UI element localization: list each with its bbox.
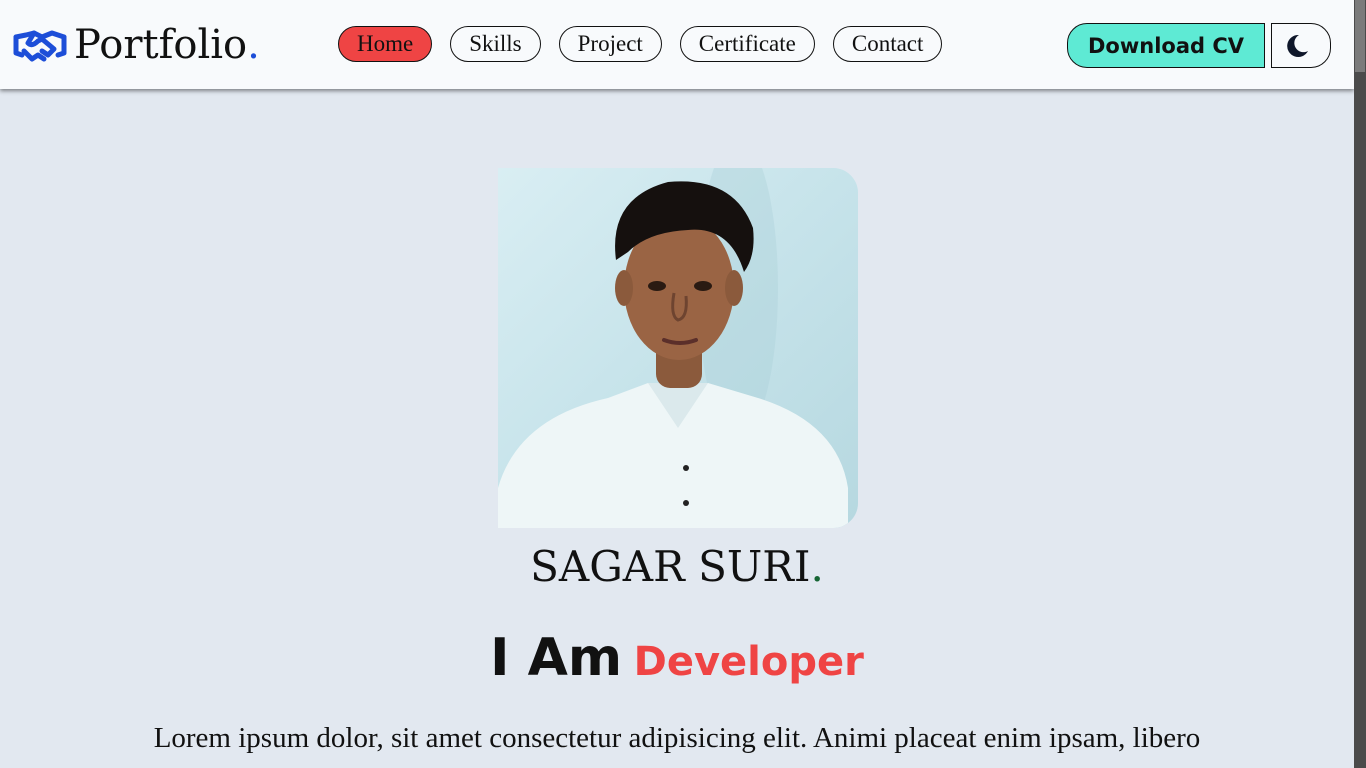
- tagline-prefix: I Am: [490, 628, 623, 688]
- theme-toggle-button[interactable]: [1271, 23, 1331, 68]
- nav-skills-link[interactable]: Skills: [450, 26, 541, 62]
- navbar: Portfolio. Home Skills Project Certifica…: [0, 0, 1354, 89]
- brand-name: Portfolio: [74, 22, 248, 68]
- nav-links: Home Skills Project Certificate Contact: [338, 26, 960, 62]
- nav-certificate-link[interactable]: Certificate: [679, 26, 815, 62]
- brand-logo[interactable]: Portfolio.: [12, 20, 260, 70]
- hero-description: Lorem ipsum dolor, sit amet consectetur …: [153, 722, 1201, 754]
- profile-photo: [498, 168, 858, 528]
- nav-contact-link[interactable]: Contact: [832, 26, 943, 62]
- download-cv-button[interactable]: Download CV: [1067, 23, 1265, 68]
- tagline: I Am Developer: [0, 628, 1354, 688]
- brand-dot: .: [247, 22, 260, 68]
- handshake-icon: [13, 30, 67, 62]
- moon-icon: [1287, 34, 1308, 57]
- profile-name-dot: .: [810, 542, 824, 591]
- scrollbar-track[interactable]: [1354, 0, 1366, 768]
- profile-name-text: SAGAR SURI: [530, 542, 811, 591]
- profile-name: SAGAR SURI.: [0, 542, 1354, 591]
- nav-home-link[interactable]: Home: [338, 26, 433, 62]
- scrollbar-thumb[interactable]: [1355, 0, 1365, 72]
- tagline-role: Developer: [633, 639, 864, 685]
- nav-project-link[interactable]: Project: [558, 26, 662, 62]
